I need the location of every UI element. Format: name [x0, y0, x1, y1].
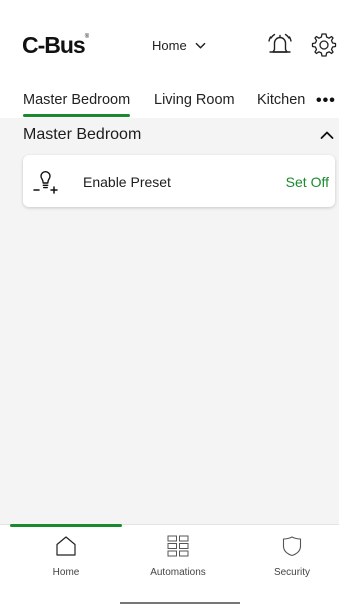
shield-icon [282, 536, 302, 557]
grid-icon [167, 535, 189, 557]
logo-registered-mark: ® [84, 34, 90, 40]
gear-icon[interactable] [310, 31, 338, 59]
active-nav-indicator [10, 524, 122, 527]
section-header: Master Bedroom [0, 118, 339, 154]
bottom-navigation: Home Automations Security [0, 524, 339, 605]
nav-automations-label: Automations [150, 567, 206, 578]
set-off-button[interactable]: Set Off [286, 174, 329, 190]
cbus-logo: C-Bus® [22, 32, 90, 59]
lightbulb-icon [33, 170, 58, 194]
preset-label: Enable Preset [83, 174, 171, 190]
alarm-bell-icon[interactable] [266, 31, 294, 59]
nav-home[interactable]: Home [10, 535, 122, 595]
top-header: C-Bus® Home [0, 0, 339, 88]
system-home-indicator [120, 602, 240, 604]
home-icon [56, 536, 76, 556]
logo-text: C-Bus [22, 32, 86, 58]
nav-home-label: Home [52, 567, 80, 578]
tab-master-bedroom[interactable]: Master Bedroom [23, 88, 131, 118]
nav-security-label: Security [273, 567, 311, 578]
tab-kitchen[interactable]: Kitchen [257, 88, 305, 118]
chevron-down-icon [195, 42, 206, 49]
tab-living-room[interactable]: Living Room [154, 88, 235, 118]
home-selector[interactable]: Home [152, 38, 206, 53]
nav-automations[interactable]: Automations [122, 535, 234, 595]
chevron-up-icon[interactable] [318, 126, 336, 144]
nav-security[interactable]: Security [236, 535, 339, 595]
home-selector-label: Home [152, 38, 187, 53]
more-tabs-icon[interactable]: ••• [316, 92, 336, 110]
app-screen: C-Bus® Home Master Bedroom Living Room K… [0, 0, 339, 605]
room-tabs: Master Bedroom Living Room Kitchen [0, 88, 339, 118]
section-title: Master Bedroom [23, 126, 142, 143]
preset-card: Enable Preset Set Off [23, 155, 335, 207]
